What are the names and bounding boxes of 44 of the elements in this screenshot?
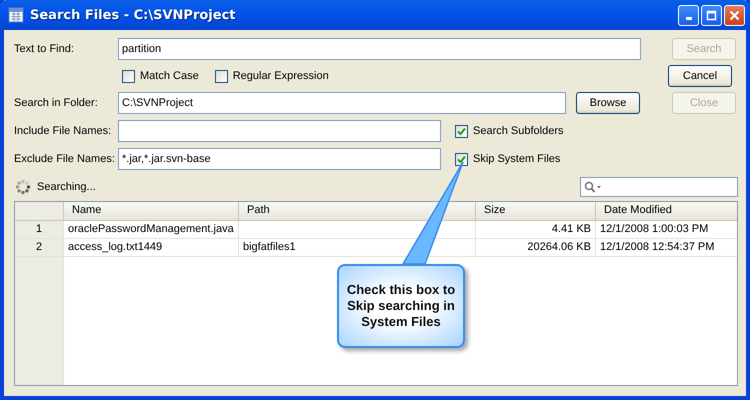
checkbox[interactable]: [455, 152, 468, 166]
column-header[interactable]: Size: [476, 202, 596, 220]
checkbox-label: Match Case: [140, 70, 199, 82]
filter-field[interactable]: [580, 177, 738, 197]
field-label: Exclude File Names:: [14, 153, 116, 165]
window-title: Search Files - C:\SVNProject: [30, 8, 236, 22]
checkbox-label: Regular Expression: [232, 70, 329, 82]
close-button[interactable]: [724, 4, 745, 26]
cancel-button[interactable]: Cancel: [668, 65, 732, 87]
maximize-button[interactable]: [701, 4, 722, 26]
row-number: 1: [15, 221, 64, 238]
checkbox-label: Skip System Files: [473, 153, 560, 165]
checkbox-label: Search Subfolders: [473, 125, 564, 137]
field-label: Search in Folder:: [14, 97, 99, 109]
checkbox[interactable]: [455, 124, 468, 138]
input-field[interactable]: C:\SVNProject: [118, 92, 566, 114]
check-icon: [457, 154, 466, 164]
table-cell-text: 12/1/2008 1:00:03 PM: [599, 222, 710, 237]
field-label: Include File Names:: [14, 125, 112, 137]
column-header[interactable]: Name: [64, 202, 239, 220]
table-cell: oraclePasswordManagement.java: [64, 221, 239, 238]
minimize-button[interactable]: [678, 4, 699, 26]
spinner-icon: [15, 179, 31, 195]
app-icon: [8, 7, 24, 23]
table-cell: 4.41 KB: [476, 221, 596, 238]
input-field[interactable]: [118, 120, 441, 142]
check-icon: [457, 126, 466, 136]
table-cell: 20264.06 KB: [476, 239, 596, 256]
input-field[interactable]: *.jar,*.jar.svn-base: [118, 148, 441, 170]
maximize-icon: [706, 10, 717, 20]
row-number: 2: [15, 239, 64, 256]
browse-button[interactable]: Browse: [576, 92, 640, 114]
table-cell-text: 12/1/2008 12:54:37 PM: [599, 240, 716, 255]
close-icon: [729, 10, 740, 20]
search-icon: [584, 181, 602, 193]
field-label: Text to Find:: [14, 43, 75, 55]
checkbox[interactable]: [214, 70, 228, 82]
checkbox[interactable]: [122, 70, 135, 82]
input-field[interactable]: partition: [118, 38, 641, 60]
callout-bubble: Check this box to Skip searching in System Files: [337, 264, 465, 348]
minimize-icon: [686, 16, 692, 20]
table-cell: access_log.txt1449: [64, 239, 239, 256]
column-header[interactable]: Date Modified: [596, 202, 737, 220]
status-text: Searching...: [37, 181, 97, 193]
